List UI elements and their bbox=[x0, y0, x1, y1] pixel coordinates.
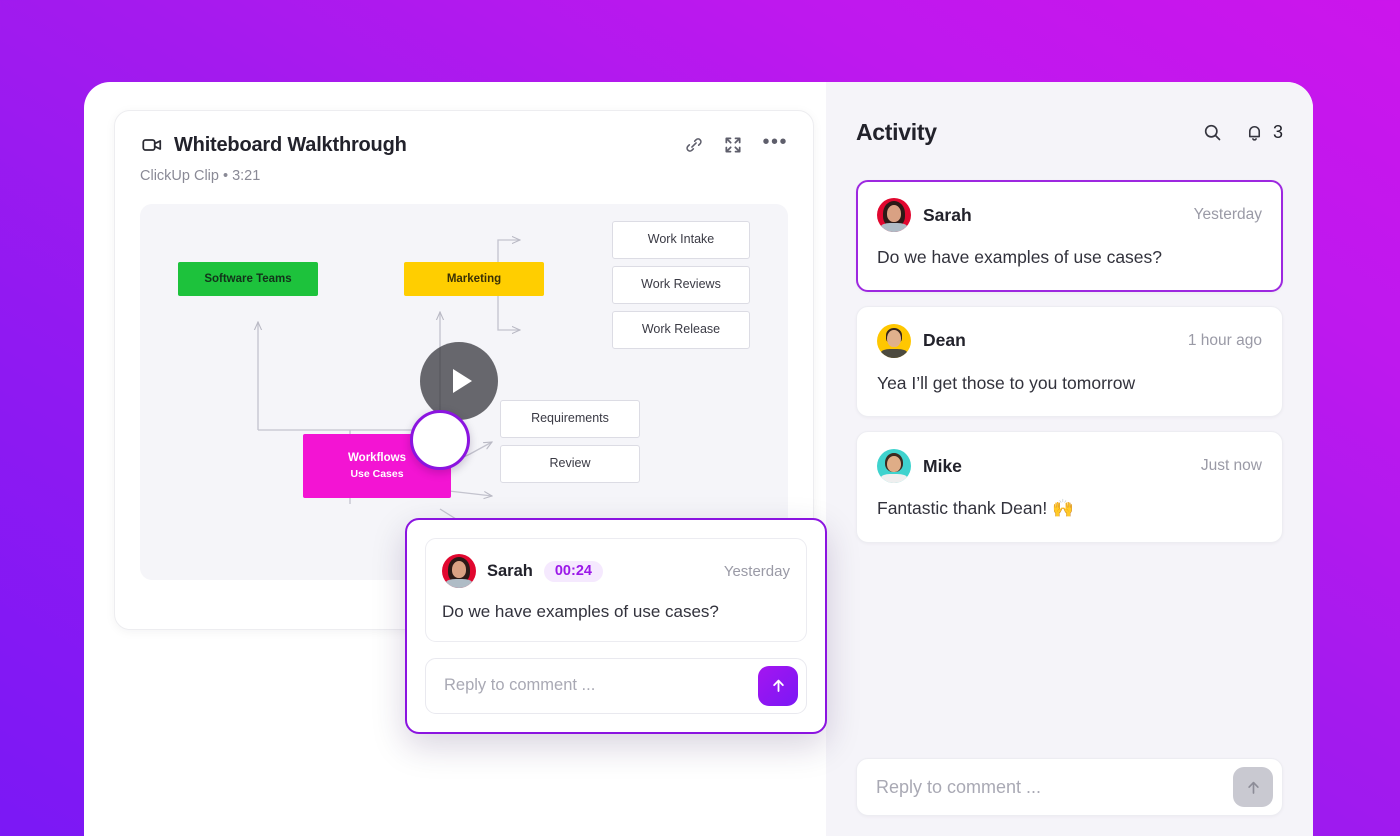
activity-when: 1 hour ago bbox=[1187, 331, 1262, 349]
popup-comment-body: Sarah 00:24 Yesterday Do we have example… bbox=[425, 538, 807, 642]
arrow-up-icon bbox=[772, 680, 784, 693]
canvas-comment-marker[interactable] bbox=[410, 410, 470, 470]
wb-node-software-teams[interactable]: Software Teams bbox=[178, 262, 318, 296]
more-options-icon[interactable]: ••• bbox=[762, 132, 788, 153]
activity-message: Do we have examples of use cases? bbox=[877, 247, 1163, 267]
avatar bbox=[877, 449, 911, 484]
activity-author: Sarah bbox=[923, 204, 972, 225]
notifications-button[interactable]: 3 bbox=[1244, 121, 1283, 143]
activity-send-button[interactable] bbox=[1233, 767, 1273, 807]
activity-reply-input[interactable] bbox=[876, 776, 1233, 798]
activity-when: Just now bbox=[1200, 457, 1262, 475]
popup-reply-row bbox=[425, 657, 807, 714]
wb-node-requirements[interactable]: Requirements bbox=[500, 400, 640, 438]
clip-actions: ••• bbox=[684, 132, 788, 155]
bell-icon bbox=[1244, 121, 1266, 143]
activity-author: Mike bbox=[923, 455, 962, 476]
popup-comment-header: Sarah 00:24 Yesterday bbox=[442, 554, 790, 588]
wb-node-work-intake[interactable]: Work Intake bbox=[612, 221, 750, 259]
comment-author: Sarah bbox=[487, 561, 533, 580]
avatar bbox=[877, 198, 911, 232]
search-icon[interactable] bbox=[1202, 121, 1224, 143]
comment-popup: Sarah 00:24 Yesterday Do we have example… bbox=[405, 518, 827, 734]
avatar bbox=[442, 554, 476, 588]
clip-subtitle: ClickUp Clip • 3:21 bbox=[140, 168, 261, 184]
activity-item-header: Dean 1 hour ago bbox=[877, 323, 1262, 358]
play-triangle-icon bbox=[452, 369, 472, 393]
wb-node-marketing[interactable]: Marketing bbox=[404, 262, 544, 296]
wb-node-work-release[interactable]: Work Release bbox=[612, 311, 750, 349]
wb-node-review[interactable]: Review bbox=[500, 445, 640, 483]
popup-reply-input[interactable] bbox=[444, 676, 758, 696]
activity-reply-row bbox=[856, 758, 1283, 816]
activity-message: Yea I’ll get those to you tomorrow bbox=[877, 372, 1136, 393]
activity-item-header: Sarah Yesterday bbox=[877, 198, 1262, 232]
play-button[interactable] bbox=[420, 342, 498, 420]
comment-timestamp-badge[interactable]: 00:24 bbox=[543, 560, 603, 582]
app-window: Whiteboard Walkthrough ••• ClickUp Clip … bbox=[84, 82, 1313, 836]
notification-count: 3 bbox=[1272, 121, 1283, 142]
clip-pane: Whiteboard Walkthrough ••• ClickUp Clip … bbox=[84, 82, 827, 836]
link-icon[interactable] bbox=[684, 135, 704, 155]
activity-item-sarah[interactable]: Sarah Yesterday Do we have examples of u… bbox=[856, 180, 1283, 292]
activity-item-header: Mike Just now bbox=[877, 449, 1262, 484]
activity-item-dean[interactable]: Dean 1 hour ago Yea I’ll get those to yo… bbox=[856, 305, 1283, 418]
activity-item-mike[interactable]: Mike Just now Fantastic thank Dean! 🙌 bbox=[856, 431, 1283, 543]
video-camera-icon bbox=[140, 133, 164, 157]
arrow-up-icon bbox=[1247, 781, 1259, 794]
activity-pane: Activity 3 Sarah Yesterday Do we have ex… bbox=[826, 82, 1313, 836]
activity-header-actions: 3 bbox=[1202, 121, 1283, 143]
activity-list: Sarah Yesterday Do we have examples of u… bbox=[856, 180, 1283, 543]
clip-header: Whiteboard Walkthrough ••• bbox=[140, 132, 788, 157]
avatar bbox=[877, 323, 911, 358]
activity-author: Dean bbox=[923, 330, 966, 351]
expand-icon[interactable] bbox=[723, 135, 743, 155]
popup-send-button[interactable] bbox=[758, 665, 798, 706]
activity-title: Activity bbox=[856, 118, 937, 145]
comment-when: Yesterday bbox=[723, 562, 790, 580]
page-title: Whiteboard Walkthrough bbox=[174, 133, 407, 156]
activity-when: Yesterday bbox=[1193, 206, 1262, 223]
activity-header: Activity 3 bbox=[856, 110, 1283, 154]
activity-message: Fantastic thank Dean! 🙌 bbox=[877, 498, 1074, 519]
comment-message: Do we have examples of use cases? bbox=[442, 602, 719, 621]
wb-node-work-reviews[interactable]: Work Reviews bbox=[612, 266, 750, 304]
